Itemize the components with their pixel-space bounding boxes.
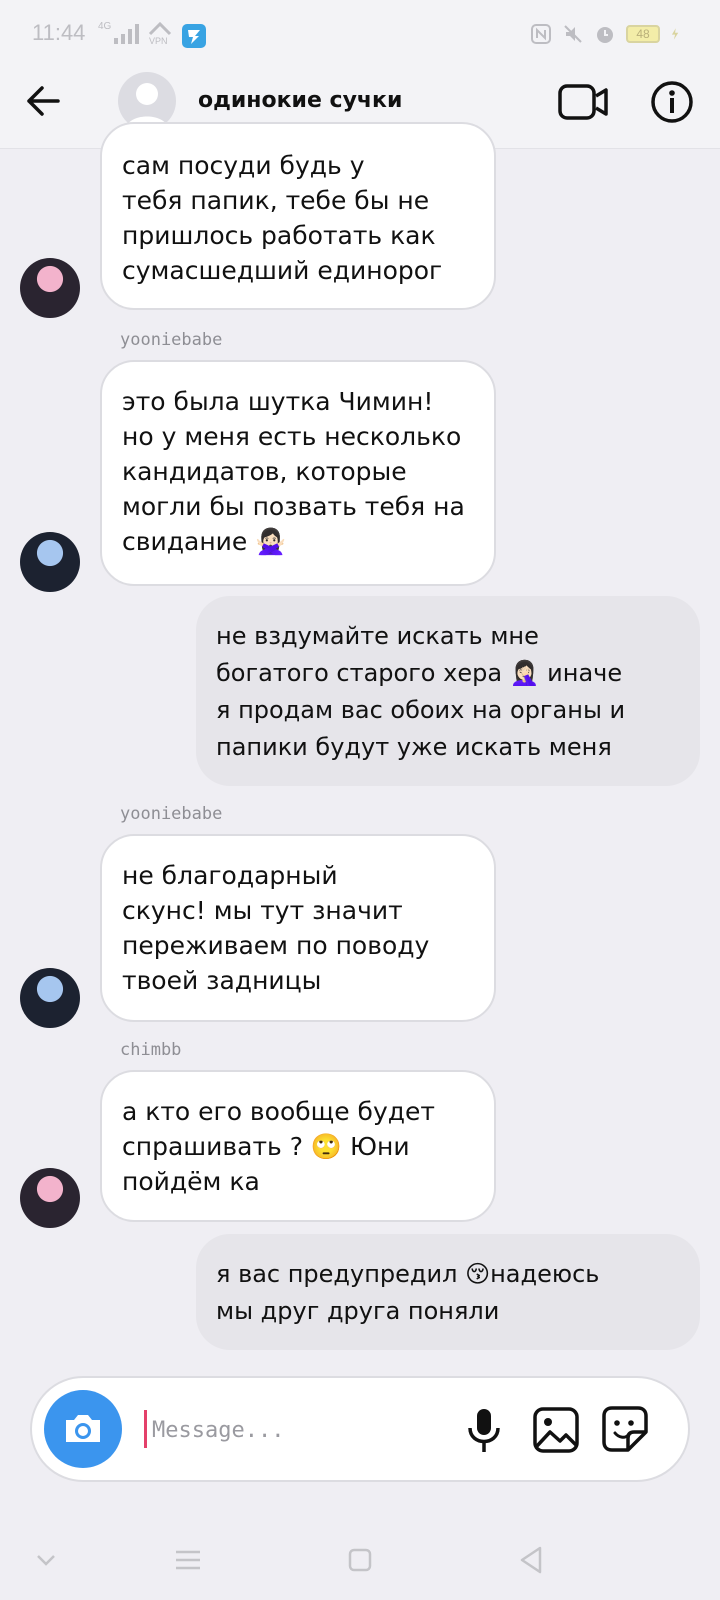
incoming-message[interactable]: а кто его вообще будет спрашивать ? 🙄 Юн… <box>100 1070 496 1222</box>
arrow-left-icon <box>27 86 60 116</box>
home-square-icon[interactable] <box>340 1540 380 1580</box>
pink-hair-avatar[interactable] <box>20 258 80 318</box>
status-bar: 11:44 4G VPN 48 <box>0 0 720 56</box>
gallery-button[interactable] <box>532 1406 580 1454</box>
microphone-button[interactable] <box>462 1406 506 1456</box>
microphone-icon <box>468 1409 500 1452</box>
system-navigation-bar <box>0 1520 720 1600</box>
blue-hair-avatar[interactable] <box>20 968 80 1028</box>
back-button[interactable] <box>22 80 64 122</box>
status-time: 11:44 <box>32 20 86 45</box>
message-composer <box>30 1376 690 1482</box>
alarm-icon <box>597 27 613 43</box>
chat-title[interactable]: одинокие сучки <box>198 88 402 113</box>
sticker-icon <box>602 1406 648 1452</box>
image-icon <box>533 1407 579 1453</box>
back-triangle-icon[interactable] <box>512 1540 552 1580</box>
video-call-button[interactable] <box>558 82 610 122</box>
battery-indicator: 48 <box>626 25 660 43</box>
nfc-icon <box>531 24 551 44</box>
status-icons: 48 <box>530 22 684 46</box>
mute-icon <box>564 25 582 43</box>
chevron-down-icon[interactable] <box>26 1540 66 1580</box>
incoming-message[interactable]: это была шутка Чимин! но у меня есть нес… <box>100 360 496 586</box>
app-notification-icon <box>182 24 206 48</box>
text-cursor <box>144 1410 147 1448</box>
menu-icon[interactable] <box>168 1540 208 1580</box>
battery-level: 48 <box>636 27 650 41</box>
sticker-button[interactable] <box>600 1404 650 1454</box>
pink-hair-avatar[interactable] <box>20 1168 80 1228</box>
vpn-label: VPN <box>149 36 168 46</box>
camera-icon <box>66 1415 100 1442</box>
message-input[interactable] <box>150 1406 454 1454</box>
outgoing-message[interactable]: не вздумайте искать мне богатого старого… <box>196 596 700 786</box>
vpn-icon: VPN <box>148 21 172 46</box>
charging-icon <box>671 28 679 40</box>
network-type: 4G <box>98 21 112 32</box>
camera-button[interactable] <box>44 1390 122 1468</box>
sender-name: yooniebabe <box>120 804 223 824</box>
info-button[interactable] <box>650 80 694 124</box>
signal-icon <box>114 24 139 44</box>
blue-hair-avatar[interactable] <box>20 532 80 592</box>
info-icon <box>651 81 693 123</box>
sender-name: yooniebabe <box>120 330 223 350</box>
video-camera-icon <box>558 84 608 120</box>
incoming-message[interactable]: сам посуди будь у тебя папик, тебе бы не… <box>100 122 496 310</box>
outgoing-message[interactable]: я вас предупредил 😚надеюсь мы друг друга… <box>196 1234 700 1350</box>
incoming-message[interactable]: не благодарный скунс! мы тут значит пере… <box>100 834 496 1022</box>
sender-name: chimbb <box>120 1040 182 1060</box>
